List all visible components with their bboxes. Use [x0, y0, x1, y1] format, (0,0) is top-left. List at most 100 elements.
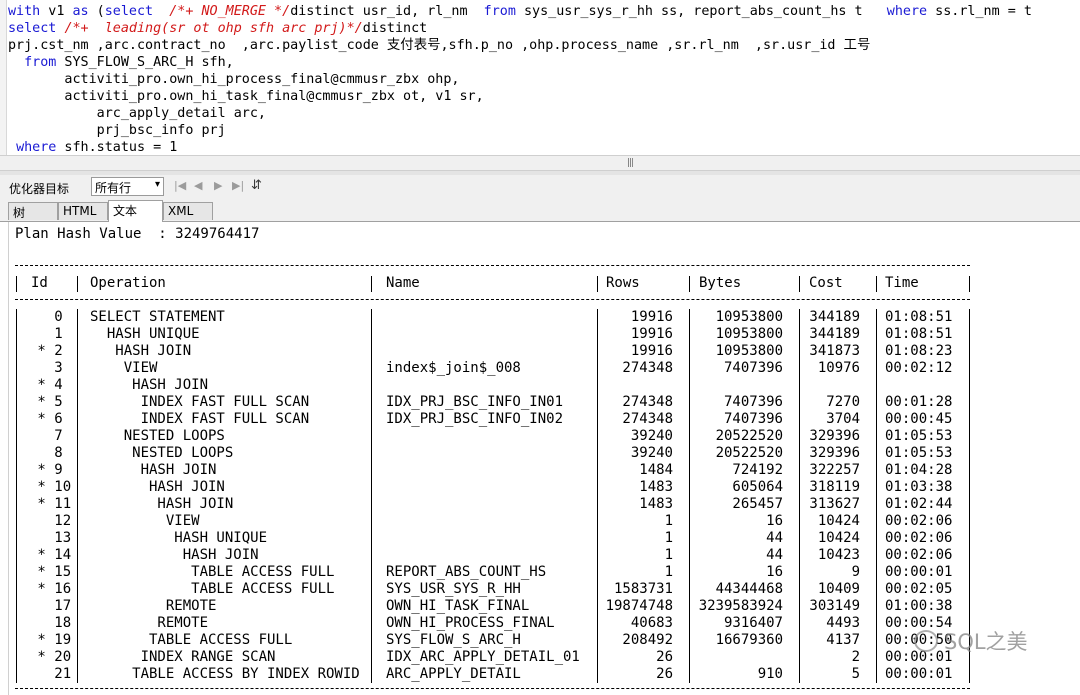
- cell-cost: 2: [851, 649, 860, 665]
- sql-text: prj.cst_nm ,arc.contract_no ,arc.paylist…: [8, 38, 871, 53]
- code-line[interactable]: activiti_pro.own_hi_process_final@cmmusr…: [8, 71, 1032, 88]
- sql-keyword: as: [72, 4, 89, 19]
- optimizer-goal-label: 优化器目标: [9, 182, 70, 196]
- divider: [876, 276, 877, 292]
- chevron-down-icon: ▾: [154, 179, 160, 190]
- header-operation: Operation: [90, 275, 166, 291]
- cell-cost: 303149: [809, 598, 860, 614]
- cell-operation: HASH JOIN: [90, 343, 192, 359]
- cell-cost: 10409: [817, 581, 860, 597]
- cell-operation: INDEX FAST FULL SCAN: [90, 394, 310, 410]
- cell-id: 12: [29, 513, 72, 529]
- previous-icon[interactable]: ◀: [194, 179, 202, 192]
- optimizer-goal-select[interactable]: 所有行 ▾: [91, 177, 164, 196]
- cell-operation: REMOTE: [90, 598, 217, 614]
- next-icon[interactable]: ▶: [214, 179, 222, 192]
- cell-id: 21: [29, 666, 72, 682]
- code-line[interactable]: prj_bsc_info prj: [8, 122, 1032, 139]
- divider: [15, 688, 970, 689]
- cell-time: 01:00:38: [885, 598, 953, 614]
- cell-operation: HASH UNIQUE: [90, 326, 200, 342]
- cell-id: * 19: [29, 632, 72, 648]
- editor-gutter: [0, 0, 7, 155]
- cell-cost: 10976: [817, 360, 860, 376]
- code-line[interactable]: where sfh.status = 1: [8, 139, 1032, 155]
- sql-text: v1: [40, 4, 73, 19]
- sort-columns-icon[interactable]: ⇵: [251, 178, 262, 193]
- cell-time: 01:05:53: [885, 445, 953, 461]
- header-name: Name: [386, 275, 420, 291]
- cell-name: SYS_FLOW_S_ARC_H: [386, 632, 521, 648]
- cell-id: * 4: [29, 377, 63, 393]
- cell-operation: HASH JOIN: [90, 547, 259, 563]
- divider: [77, 309, 78, 683]
- code-line[interactable]: select /*+ leading(sr ot ohp sfh arc prj…: [8, 20, 1032, 37]
- cell-name: OWN_HI_TASK_FINAL: [386, 598, 530, 614]
- horizontal-scrollbar[interactable]: |||: [0, 155, 1080, 171]
- cell-cost: 5: [851, 666, 860, 682]
- cell-id: 8: [29, 445, 63, 461]
- first-page-icon[interactable]: |◀: [174, 179, 186, 192]
- cell-id: * 6: [29, 411, 63, 427]
- cell-operation: SELECT STATEMENT: [90, 309, 225, 325]
- divider: [16, 276, 17, 292]
- cell-cost: 344189: [809, 309, 860, 325]
- code-line[interactable]: arc_apply_detail arc,: [8, 105, 1032, 122]
- cell-name: OWN_HI_PROCESS_FINAL: [386, 615, 555, 631]
- cell-time: 01:08:51: [885, 326, 953, 342]
- scrollbar-grip-icon[interactable]: |||: [627, 158, 634, 168]
- sql-keyword: with: [8, 4, 41, 19]
- cell-time: 00:00:01: [885, 666, 953, 682]
- divider: [969, 276, 970, 292]
- cell-cost: 7270: [826, 394, 860, 410]
- divider: [15, 299, 970, 300]
- cell-time: 01:03:38: [885, 479, 953, 495]
- cell-rows: 26: [656, 649, 673, 665]
- code-line[interactable]: activiti_pro.own_hi_task_final@cmmusr_zb…: [8, 88, 1032, 105]
- cell-time: 01:02:44: [885, 496, 953, 512]
- sql-text: arc_apply_detail arc,: [8, 106, 266, 121]
- plan-toolbar: 优化器目标 所有行 ▾ |◀ ◀ ▶ ▶| ⇵: [0, 175, 1080, 200]
- tab-xml[interactable]: XML: [163, 202, 213, 220]
- header-bytes: Bytes: [699, 275, 742, 291]
- divider: [371, 309, 372, 683]
- divider: [876, 309, 877, 683]
- sql-text: ss.rl_nm = t: [927, 4, 1032, 19]
- sql-text: (: [88, 4, 105, 19]
- cell-cost: 329396: [809, 428, 860, 444]
- code-line[interactable]: from SYS_FLOW_S_ARC_H sfh,: [8, 54, 1032, 71]
- tab-tree[interactable]: 树: [8, 202, 58, 220]
- tab-html[interactable]: HTML: [58, 202, 108, 220]
- cell-cost: 344189: [809, 326, 860, 342]
- cell-time: 01:08:51: [885, 309, 953, 325]
- sql-hint-comment: /*+ NO_MERGE */: [169, 4, 291, 19]
- cell-cost: 3704: [826, 411, 860, 427]
- cell-time: 00:00:45: [885, 411, 953, 427]
- cell-cost: 9: [851, 564, 860, 580]
- sql-keyword: select: [104, 4, 154, 19]
- cell-id: 13: [29, 530, 72, 546]
- cell-name: SYS_USR_SYS_R_HH: [386, 581, 521, 597]
- tab-text[interactable]: 文本: [108, 200, 163, 222]
- cell-cost: 318119: [809, 479, 860, 495]
- cell-operation: HASH UNIQUE: [90, 530, 268, 546]
- cell-id: * 20: [29, 649, 72, 665]
- header-time: Time: [885, 275, 919, 291]
- sql-keyword: where: [16, 140, 57, 155]
- sql-keyword: from: [24, 55, 57, 70]
- sql-editor[interactable]: with v1 as (select /*+ NO_MERGE */distin…: [0, 0, 1080, 155]
- cell-operation: TABLE ACCESS FULL: [90, 581, 335, 597]
- sql-code[interactable]: with v1 as (select /*+ NO_MERGE */distin…: [8, 3, 1032, 155]
- code-line[interactable]: with v1 as (select /*+ NO_MERGE */distin…: [8, 3, 1032, 20]
- divider: [16, 309, 17, 683]
- cell-id: * 16: [29, 581, 72, 597]
- optimizer-goal-value: 所有行: [95, 181, 132, 195]
- last-page-icon[interactable]: ▶|: [232, 179, 244, 192]
- code-line[interactable]: prj.cst_nm ,arc.contract_no ,arc.paylist…: [8, 37, 1032, 54]
- sql-text: prj_bsc_info prj: [8, 123, 226, 138]
- cell-time: 00:02:05: [885, 581, 953, 597]
- cell-cost: 329396: [809, 445, 860, 461]
- cell-cost: 10424: [817, 513, 860, 529]
- cell-id: 3: [29, 360, 63, 376]
